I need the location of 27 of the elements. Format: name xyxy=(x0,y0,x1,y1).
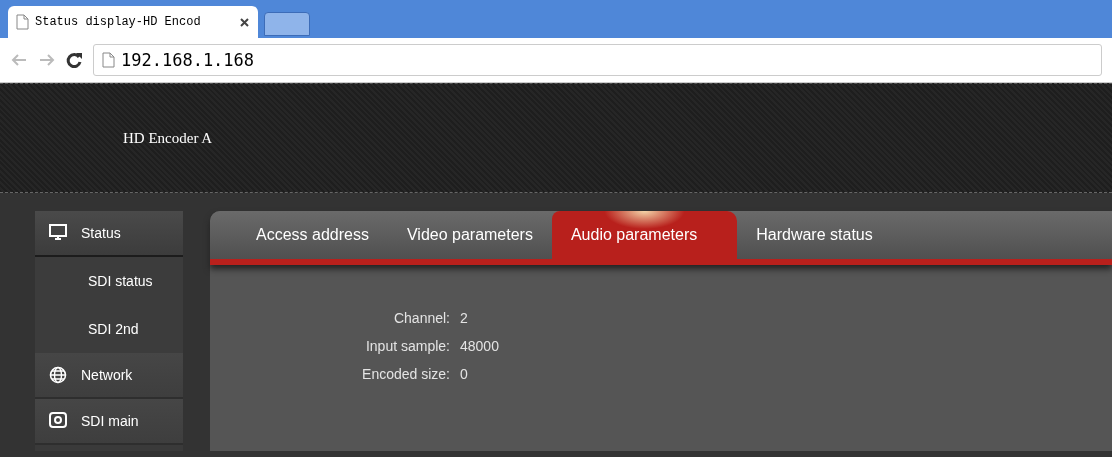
tab-title: Status display-HD Encod xyxy=(35,15,201,29)
back-icon[interactable] xyxy=(10,52,28,68)
field-label: Input sample: xyxy=(364,338,450,354)
reload-icon[interactable] xyxy=(66,51,83,69)
device-title: HD Encoder A xyxy=(123,129,213,147)
forward-icon[interactable] xyxy=(38,52,56,68)
sidebar-item[interactable]: Network xyxy=(35,353,183,399)
tab[interactable]: Video parameters xyxy=(387,211,552,259)
page-icon xyxy=(16,14,29,30)
tab[interactable]: Access address xyxy=(237,211,388,259)
browser-tab[interactable]: Status display-HD Encod xyxy=(8,6,258,38)
address-bar[interactable]: 192.168.1.168 xyxy=(93,44,1102,76)
sidebar-item[interactable]: Status xyxy=(35,211,183,257)
tab[interactable]: Audio parameters xyxy=(551,211,738,259)
sidebar-item[interactable]: SDI main xyxy=(35,399,183,445)
close-icon[interactable] xyxy=(239,16,250,28)
globe-icon xyxy=(49,366,67,384)
field-value: 48000 xyxy=(460,338,499,354)
address-text: 192.168.1.168 xyxy=(121,50,255,70)
new-tab-button[interactable] xyxy=(264,12,310,36)
field-value: 0 xyxy=(460,366,469,382)
page-icon xyxy=(102,52,115,68)
field-value: 2 xyxy=(460,310,469,326)
monitor-icon xyxy=(49,224,67,242)
field-label: Channel: xyxy=(392,310,450,326)
field-label: Encoded size: xyxy=(361,366,450,382)
tab[interactable]: Hardware status xyxy=(737,211,892,259)
